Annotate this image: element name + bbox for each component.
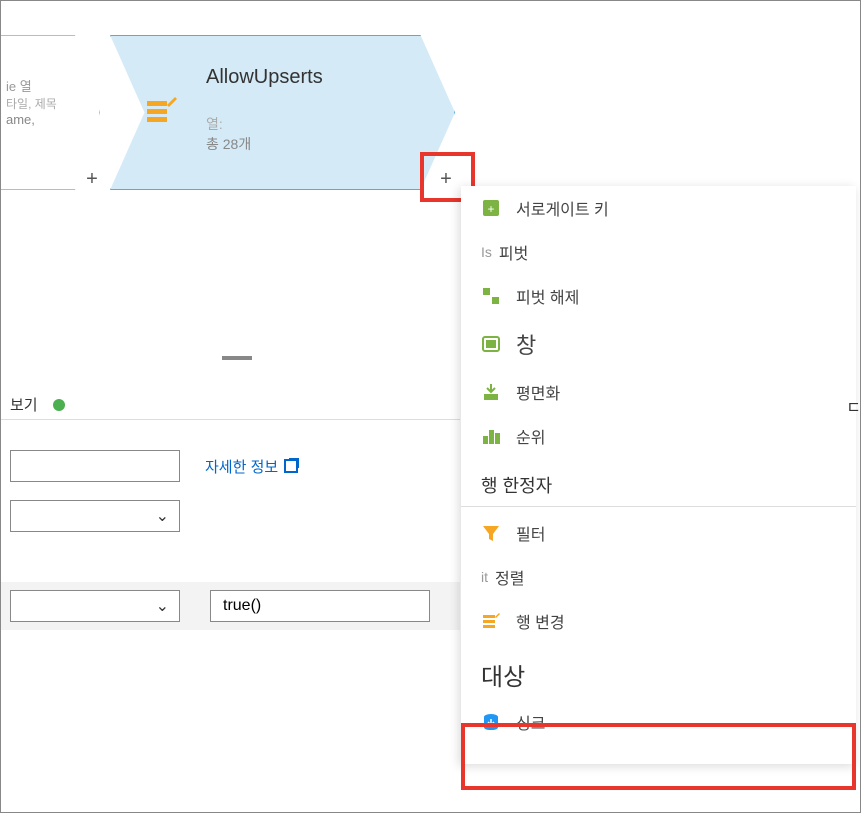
view-label: 보기 [10,394,38,415]
filter-icon [481,523,501,543]
add-transformation-button[interactable]: + [83,170,101,188]
chevron-down-icon: ⌄ [156,506,169,526]
settings-panel: 보기 자세한 정보 [0,390,460,482]
menu-label: 피벗 [499,240,528,264]
status-indicator-icon [53,399,65,411]
menu-item-flatten[interactable]: 평면화 [461,370,856,414]
alter-row-icon [481,611,501,631]
link-text: 자세한 정보 [205,456,278,477]
menu-item-unpivot[interactable]: 피벗 해제 [461,274,856,318]
menu-label: 정렬 [495,565,524,589]
partial-text: ㄷ [846,394,861,418]
node-columns-label: 열: [206,114,424,134]
node-text: 타일, 제목 [6,95,94,112]
menu-item-sink[interactable]: 싱크 [461,700,856,744]
expression-input[interactable]: true() [210,590,430,622]
menu-label: 평면화 [516,380,560,404]
view-row: 보기 [0,390,460,420]
node-text: ie 열 [6,76,94,95]
menu-item-alter-row[interactable]: 행 변경 [461,599,856,643]
node-text: ame, [6,112,94,127]
external-link-icon [284,459,298,473]
menu-label: 순위 [516,424,545,448]
condition-type-dropdown[interactable]: ⌄ [10,590,180,622]
more-info-link[interactable]: 자세한 정보 [205,456,298,477]
surrogate-key-icon: + [481,198,501,218]
add-transformation-menu: + 서로게이트 키 Is 피벗 피벗 해제 창 평면화 순위 행 한정자 [461,186,856,764]
add-transformation-button[interactable]: + [437,170,455,188]
sink-icon [481,712,501,732]
menu-item-pivot[interactable]: Is 피벗 [461,230,856,274]
node-title: AllowUpserts [206,66,424,89]
menu-label: 싱크 [516,710,545,734]
menu-item-window[interactable]: 창 [461,318,856,370]
menu-label: 행 변경 [516,609,565,633]
menu-label: 피벗 해제 [516,284,579,308]
condition-row: ⌄ true() [0,582,460,630]
menu-label: 필터 [516,521,545,545]
menu-item-surrogate-key[interactable]: + 서로게이트 키 [461,186,856,230]
menu-prefix: it [481,569,488,585]
menu-section-row-modifier: 행 한정자 [461,458,856,507]
svg-text:+: + [487,202,494,216]
menu-item-sort[interactable]: it 정렬 [461,555,856,599]
expression-text: true() [223,597,261,615]
menu-item-filter[interactable]: 필터 [461,511,856,555]
chevron-down-icon: ⌄ [156,596,169,616]
alter-row-icon [145,95,177,127]
menu-label: 서로게이트 키 [516,196,609,220]
name-input[interactable] [10,450,180,482]
flatten-icon [481,382,501,402]
menu-prefix: Is [481,244,492,260]
unpivot-icon [481,286,501,306]
flow-node-partial[interactable]: ie 열 타일, 제목 ame, [0,35,100,190]
node-columns-count: 총 28개 [206,134,424,154]
panel-resize-handle[interactable] [222,356,252,360]
menu-section-destination: 대상 [461,643,856,700]
menu-label: 창 [516,328,536,360]
stream-dropdown[interactable]: ⌄ [10,500,180,532]
window-icon [481,334,501,354]
menu-item-rank[interactable]: 순위 [461,414,856,458]
rank-icon [481,426,501,446]
